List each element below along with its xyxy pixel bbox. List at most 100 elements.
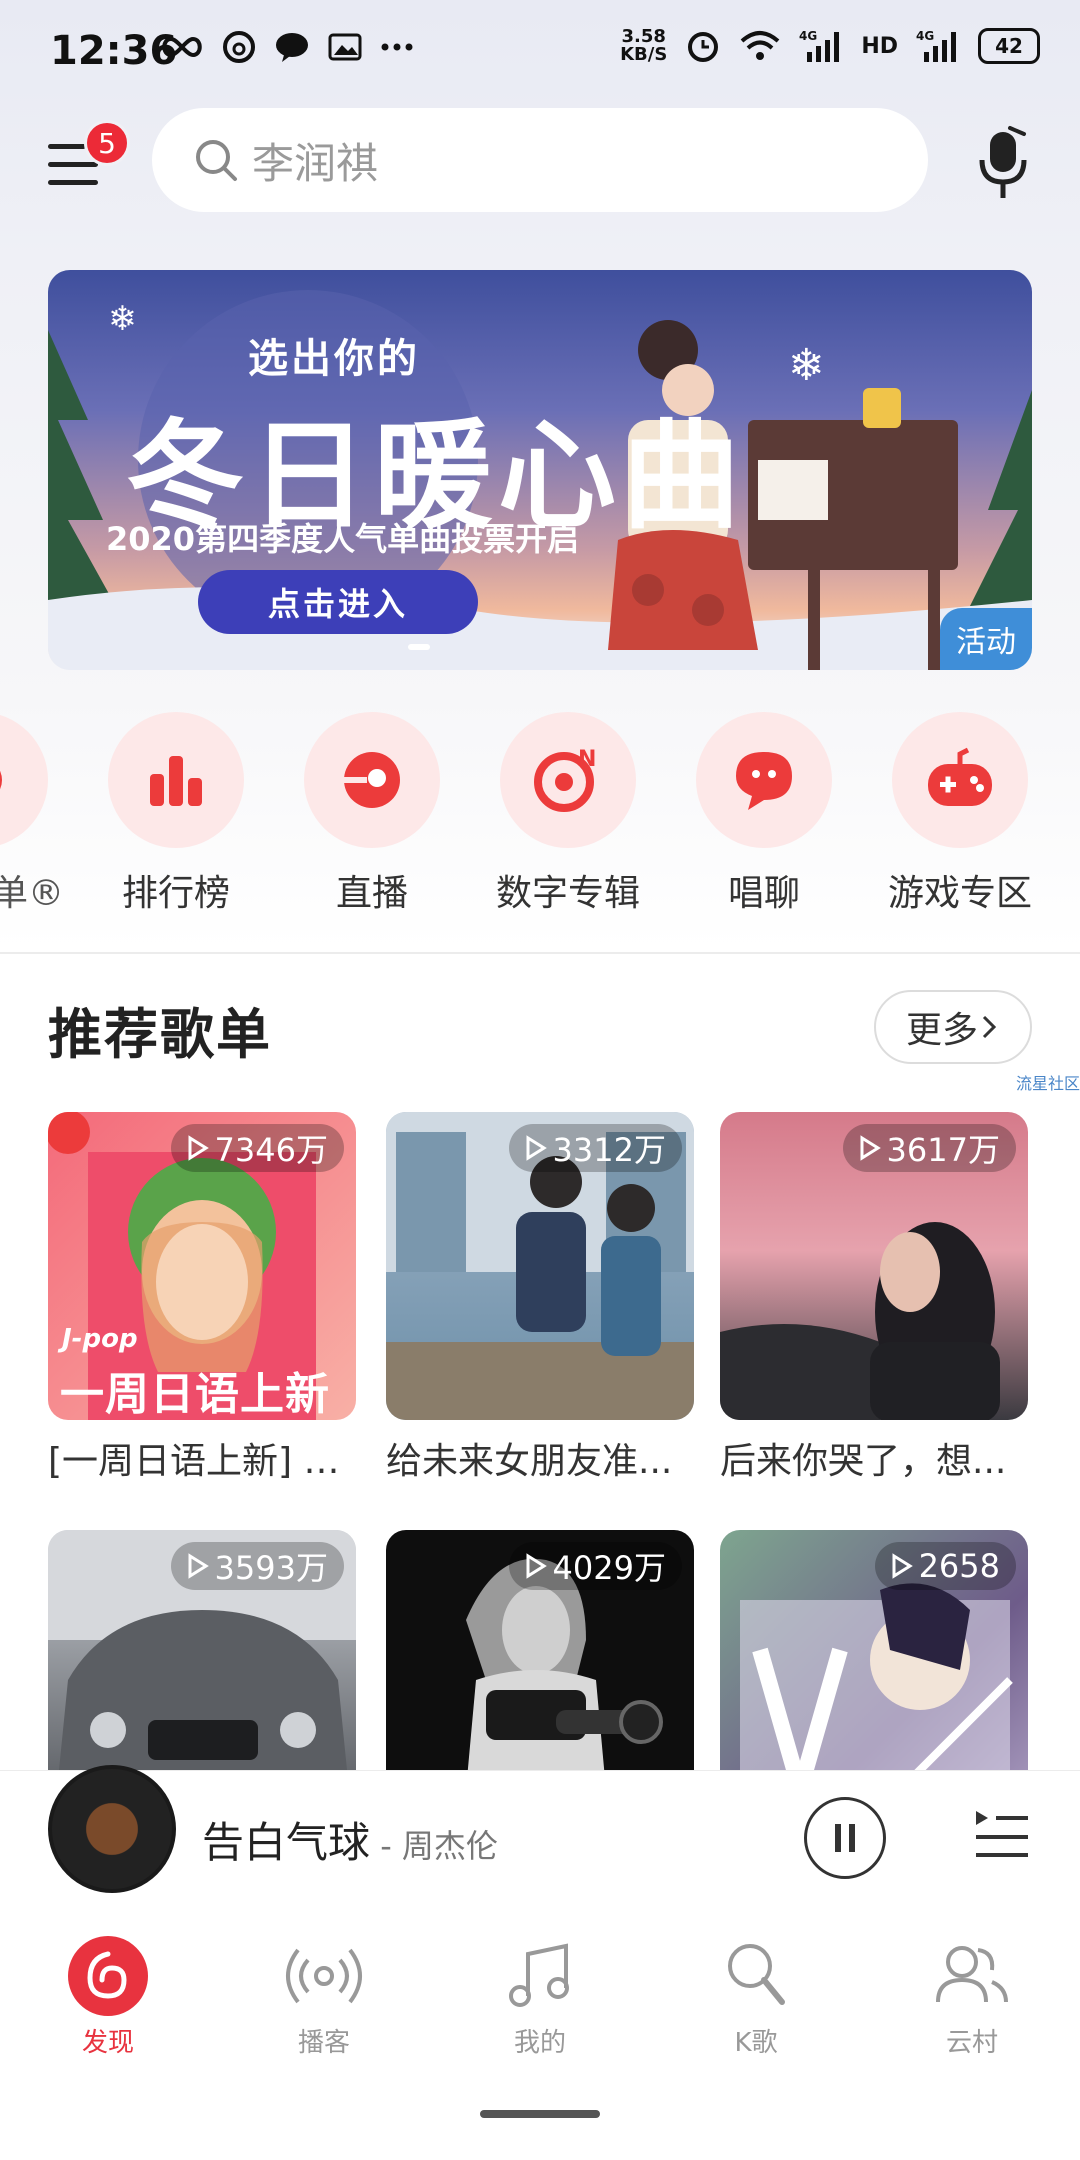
playlist-title: 后来你哭了，想... (720, 1441, 1007, 1482)
menu-line (48, 180, 98, 185)
tab-podcast[interactable]: 播客 (254, 1934, 394, 2059)
partial-icon (0, 770, 2, 790)
karaoke-mic-icon (728, 1944, 785, 2005)
home-indicator[interactable] (480, 2110, 600, 2118)
community-users-icon (936, 1946, 1008, 2003)
promo-banner[interactable]: ❄ ❄ 选出你的 冬日暖心曲 2020第四季度人气单曲投票开启 点击进入 活动 (48, 270, 1032, 670)
battery-indicator: 42 (978, 28, 1040, 64)
hd-indicator: HD (861, 33, 898, 59)
play-count: 7346万 (170, 1124, 344, 1172)
play-count: 4029万 (508, 1542, 682, 1590)
play-count-value: 2658 (918, 1547, 1000, 1585)
playlist-title: [一周日语上新] 冬... (48, 1441, 356, 1482)
category-digital-album[interactable]: N 数字专辑 (478, 712, 658, 916)
playlist-card[interactable]: 3312万 给未来女朋友准... (386, 1112, 694, 1484)
play-count: 3593万 (170, 1542, 344, 1590)
digital-album-icon: N (534, 747, 596, 812)
category-sing-chat[interactable]: 唱聊 (674, 712, 854, 916)
svg-text:❄: ❄ (788, 340, 825, 391)
play-icon (526, 1553, 547, 1579)
netease-notification-icon (223, 31, 255, 63)
tab-icon-wrap (714, 1934, 798, 2018)
category-icon-circle: N (500, 712, 636, 848)
app-screen: 12:36 3.58 KB/S 4G HD 4G 42 5 李润祺 ❄ ❄ 选出… (0, 0, 1080, 2160)
album-disc[interactable] (48, 1765, 176, 1893)
svg-text:N: N (578, 747, 596, 772)
play-count: 3617万 (842, 1124, 1016, 1172)
chevron-right-icon (982, 1015, 997, 1039)
chat-notification-icon (276, 33, 308, 62)
playlist-card[interactable]: J-pop 一周日语上新 7346万 [一周日语上新] 冬... (48, 1112, 356, 1484)
search-bar[interactable]: 李润祺 (152, 108, 928, 212)
category-label: 游戏专区 (887, 873, 1032, 914)
tab-icon-wrap (282, 1934, 366, 2018)
category-label: 排行榜 (121, 873, 230, 914)
tab-label: 发现 (81, 2028, 134, 2058)
category-label: 直播 (335, 873, 408, 914)
menu-line (48, 162, 98, 167)
category-partial[interactable]: 单® (0, 712, 70, 916)
menu-button[interactable]: 5 (44, 120, 130, 200)
cover-tag: J-pop (62, 1324, 138, 1354)
play-icon (892, 1553, 913, 1579)
category-games[interactable]: 游戏专区 (870, 712, 1050, 916)
more-notifications-icon (381, 43, 413, 51)
play-icon (526, 1135, 547, 1161)
pause-button[interactable] (804, 1797, 886, 1879)
play-count-value: 4029万 (552, 1549, 666, 1587)
category-icon-circle (0, 712, 48, 848)
category-label: 唱聊 (727, 873, 800, 914)
section-title: 推荐歌单 (48, 1003, 272, 1066)
mini-player[interactable]: 告白气球 - 周杰伦 (0, 1765, 1080, 1913)
section-divider (0, 952, 1080, 954)
gamepad-icon (928, 747, 992, 806)
svg-text:4G: 4G (799, 29, 817, 43)
status-notification-icons (160, 30, 414, 64)
tab-mine[interactable]: 我的 (470, 1934, 610, 2059)
category-icon-circle (696, 712, 832, 848)
banner-caption: 2020第四季度人气单曲投票开启 (106, 520, 580, 558)
now-playing: 告白气球 - 周杰伦 (202, 1809, 498, 1870)
category-label: 数字专辑 (495, 873, 640, 914)
microphone-icon[interactable] (974, 124, 1034, 204)
play-count-value: 7346万 (214, 1131, 328, 1169)
netease-logo-icon (68, 1936, 148, 2016)
playlist-cover: 3312万 (386, 1112, 694, 1420)
play-count-value: 3312万 (552, 1131, 666, 1169)
playlist-cover: J-pop 一周日语上新 7346万 (48, 1112, 356, 1420)
tab-discover[interactable]: 发现 (38, 1934, 178, 2059)
music-note-icon (509, 1943, 569, 2007)
net-speed-unit: KB/S (620, 44, 668, 65)
svg-text:4G: 4G (916, 29, 934, 43)
playlist-queue-icon[interactable] (972, 1805, 1032, 1865)
category-icon-circle (304, 712, 440, 848)
category-live[interactable]: 直播 (282, 712, 462, 916)
tab-community[interactable]: 云村 (902, 1934, 1042, 2059)
more-button[interactable]: 更多 (874, 990, 1032, 1064)
tab-karaoke[interactable]: K歌 (686, 1934, 826, 2059)
banner-subtitle: 选出你的 (248, 336, 420, 382)
status-system-icons: 3.58 KB/S 4G HD 4G 42 (620, 28, 1040, 64)
tab-label: 我的 (513, 2028, 566, 2058)
play-icon (188, 1135, 209, 1161)
playlist-card[interactable]: 3617万 后来你哭了，想... (720, 1112, 1028, 1484)
wifi-icon (740, 31, 780, 60)
tab-icon-wrap (66, 1934, 150, 2018)
song-title: 告白气球 (202, 1818, 371, 1867)
bottom-tab-bar: 发现 播客 我的 K歌 云村 (0, 1912, 1080, 2082)
cover-text: 一周日语上新 (60, 1369, 330, 1420)
podcast-icon (286, 1948, 362, 2004)
category-label: 单® (0, 873, 64, 914)
song-artist: - 周杰伦 (370, 1827, 498, 1865)
tab-icon-wrap (498, 1934, 582, 2018)
live-icon (344, 752, 400, 808)
infinity-icon (162, 36, 202, 58)
play-icon (188, 1553, 209, 1579)
category-row: 单® 排行榜 直播 N 数字专辑 唱聊 游戏专区 (0, 712, 1080, 914)
svg-text:❄: ❄ (108, 299, 137, 339)
banner-cta-button[interactable]: 点击进入 (198, 570, 478, 634)
play-count-value: 3617万 (886, 1131, 1000, 1169)
category-charts[interactable]: 排行榜 (86, 712, 266, 916)
banner-tag: 活动 (940, 608, 1032, 670)
tab-label: 播客 (297, 2028, 350, 2058)
